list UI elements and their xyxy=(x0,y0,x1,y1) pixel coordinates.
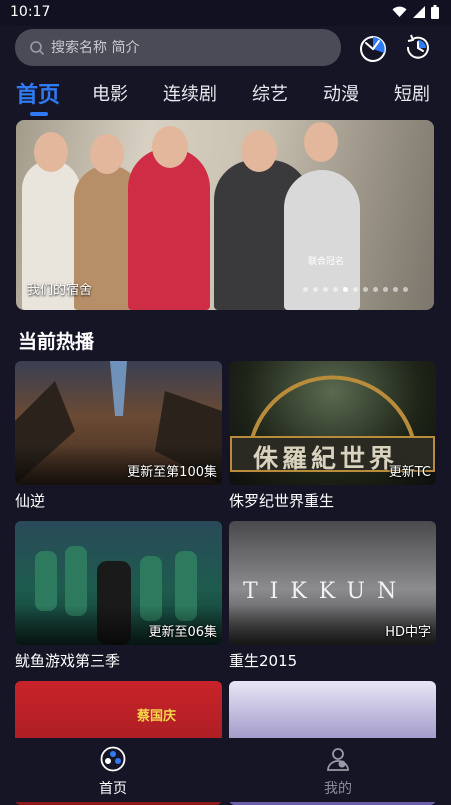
video-poster: TIKKUN HD中字 xyxy=(229,521,436,645)
category-tabs: 首页 电影 连续剧 综艺 动漫 短剧 xyxy=(0,74,451,118)
tab-movie[interactable]: 电影 xyxy=(92,80,128,106)
banner-carousel[interactable]: 联合冠名 我们的宿舍 xyxy=(16,120,434,310)
video-poster: 更新至第100集 xyxy=(15,361,222,485)
banner-figure xyxy=(128,148,210,310)
update-badge: 更新TC xyxy=(388,465,431,480)
carousel-dot[interactable] xyxy=(333,287,338,292)
video-card[interactable]: 更新至第100集 仙逆 xyxy=(15,361,222,511)
banner-caption: 我们的宿舍 xyxy=(27,283,93,298)
carousel-dot[interactable] xyxy=(363,287,368,292)
carousel-dots xyxy=(303,287,408,292)
search-icon xyxy=(30,40,45,55)
banner-figure-head xyxy=(90,134,124,174)
poster-title-text: 蔡国庆 xyxy=(137,709,177,724)
carousel-dot[interactable] xyxy=(353,287,358,292)
status-bar: 10:17 xyxy=(0,0,451,26)
video-poster: 侏羅紀世界 更新TC xyxy=(229,361,436,485)
carousel-dot[interactable] xyxy=(303,287,308,292)
update-badge: 更新至第100集 xyxy=(127,465,217,480)
nav-mine[interactable]: 我的 xyxy=(298,746,378,798)
video-card[interactable]: 侏羅紀世界 更新TC 侏罗纪世界重生 xyxy=(229,361,436,511)
home-icon xyxy=(100,746,126,772)
nav-home[interactable]: 首页 xyxy=(73,746,153,798)
signal-icon xyxy=(413,6,425,18)
bottom-nav: 首页 我的 xyxy=(0,738,451,802)
poster-title-text: TIKKUN xyxy=(243,579,409,604)
banner-figure-head xyxy=(152,126,188,168)
banner-sponsor-text: 联合冠名 xyxy=(308,257,345,267)
status-icons xyxy=(392,5,439,19)
nav-home-label: 首页 xyxy=(99,781,127,797)
carousel-dot[interactable] xyxy=(393,287,398,292)
refresh-icon[interactable] xyxy=(402,32,434,64)
poster-title-text: 侏羅紀世界 xyxy=(253,444,399,473)
search-input[interactable] xyxy=(49,38,323,57)
tab-anime[interactable]: 动漫 xyxy=(323,80,359,106)
tab-variety[interactable]: 综艺 xyxy=(252,80,288,106)
history-icon[interactable] xyxy=(357,32,389,64)
battery-icon xyxy=(431,5,439,19)
tab-short-drama[interactable]: 短剧 xyxy=(394,80,430,106)
video-poster: 更新至06集 xyxy=(15,521,222,645)
video-title: 重生2015 xyxy=(229,652,298,670)
carousel-dot[interactable] xyxy=(323,287,328,292)
update-badge: HD中字 xyxy=(385,625,431,640)
tab-home[interactable]: 首页 xyxy=(16,77,60,109)
wifi-icon xyxy=(392,6,407,18)
video-title: 仙逆 xyxy=(15,492,46,510)
search-bar[interactable] xyxy=(15,29,341,66)
carousel-dot[interactable] xyxy=(343,287,348,292)
carousel-dot[interactable] xyxy=(403,287,408,292)
status-time: 10:17 xyxy=(10,4,51,20)
video-title: 侏罗纪世界重生 xyxy=(229,492,335,510)
banner-figure-head xyxy=(304,122,338,162)
profile-icon xyxy=(327,748,349,771)
update-badge: 更新至06集 xyxy=(148,625,217,640)
video-card[interactable]: 更新至06集 鱿鱼游戏第三季 xyxy=(15,521,222,671)
nav-mine-label: 我的 xyxy=(324,781,352,797)
carousel-dot[interactable] xyxy=(373,287,378,292)
tab-series[interactable]: 连续剧 xyxy=(163,80,217,106)
active-tab-indicator xyxy=(30,112,48,116)
banner-figure-head xyxy=(34,132,68,172)
video-title: 鱿鱼游戏第三季 xyxy=(15,652,121,670)
section-title: 当前热播 xyxy=(18,331,95,353)
video-card[interactable]: TIKKUN HD中字 重生2015 xyxy=(229,521,436,671)
banner-figure-head xyxy=(241,130,277,172)
carousel-dot[interactable] xyxy=(313,287,318,292)
carousel-dot[interactable] xyxy=(383,287,388,292)
